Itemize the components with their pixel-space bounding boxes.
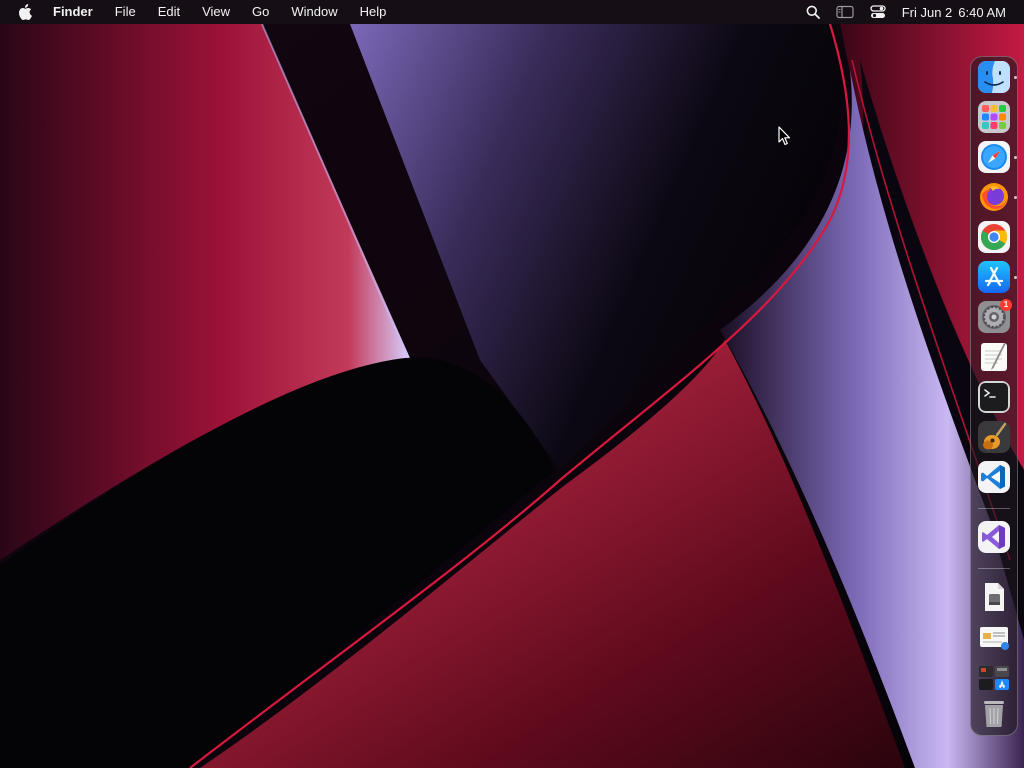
applications-stack-icon[interactable] (978, 661, 1010, 693)
clock-time: 6:40 AM (958, 4, 1006, 20)
sidebar-icon[interactable] (836, 5, 854, 19)
app-store-running-indicator (1014, 276, 1017, 279)
launchpad-icon[interactable] (978, 101, 1010, 133)
menu-window[interactable]: Window (291, 0, 337, 24)
textedit-icon[interactable] (978, 341, 1010, 373)
app-store-icon[interactable] (978, 261, 1010, 293)
desktop-wallpaper (0, 0, 1024, 768)
garageband-icon[interactable] (978, 421, 1010, 453)
menu-edit[interactable]: Edit (158, 0, 180, 24)
safari-icon[interactable] (978, 141, 1010, 173)
menu-file[interactable]: File (115, 0, 136, 24)
dock: 1 (970, 56, 1018, 736)
notification-badge: 1 (1000, 299, 1012, 311)
disk-image-icon[interactable] (978, 581, 1010, 613)
chrome-icon[interactable] (978, 221, 1010, 253)
vscode-icon[interactable] (978, 461, 1010, 493)
terminal-icon[interactable] (978, 381, 1010, 413)
documents-stack-icon[interactable] (978, 621, 1010, 653)
mouse-cursor-icon (778, 126, 791, 146)
finder-running-indicator (1014, 76, 1017, 79)
menu-app-finder[interactable]: Finder (53, 0, 93, 24)
menu-bar: Finder File Edit View Go Window Help Fri… (0, 0, 1024, 24)
trash-icon[interactable] (978, 697, 1010, 729)
control-center-icon[interactable] (870, 5, 886, 19)
menu-clock[interactable]: Fri Jun 2 6:40 AM (902, 5, 1006, 20)
dock-separator (978, 568, 1010, 569)
firefox-running-indicator (1014, 196, 1017, 199)
search-icon[interactable] (806, 5, 820, 19)
safari-running-indicator (1014, 156, 1017, 159)
firefox-icon[interactable] (978, 181, 1010, 213)
menu-view[interactable]: View (202, 0, 230, 24)
menu-go[interactable]: Go (252, 0, 269, 24)
menu-help[interactable]: Help (360, 0, 387, 24)
clock-date: Fri Jun 2 (901, 4, 953, 20)
dock-separator (978, 508, 1010, 509)
finder-icon[interactable] (978, 61, 1010, 93)
apple-logo-icon[interactable] (18, 3, 34, 21)
visual-studio-icon[interactable] (978, 521, 1010, 553)
